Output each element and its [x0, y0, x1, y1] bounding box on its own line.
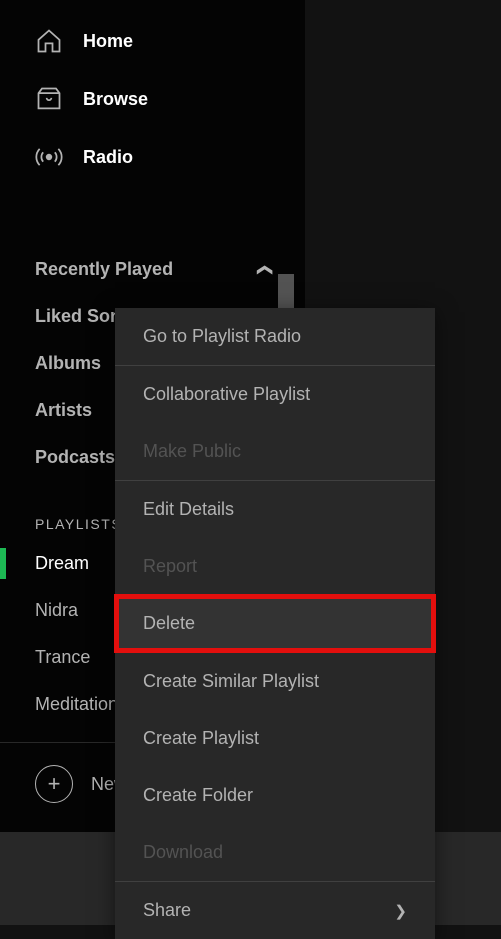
home-icon — [35, 27, 63, 55]
artists-label: Artists — [35, 400, 92, 421]
menu-create-similar[interactable]: Create Similar Playlist — [115, 653, 435, 710]
menu-delete[interactable]: Delete — [115, 595, 435, 652]
recently-played-label: Recently Played — [35, 259, 173, 280]
library-recently-played[interactable]: Recently Played ❯ — [35, 246, 270, 293]
albums-label: Albums — [35, 353, 101, 374]
chevron-right-icon: ❯ — [394, 902, 407, 920]
playlist-context-menu: Go to Playlist Radio Collaborative Playl… — [115, 308, 435, 939]
menu-create-folder[interactable]: Create Folder — [115, 767, 435, 824]
menu-share-label: Share — [143, 900, 191, 921]
nav-home[interactable]: Home — [0, 12, 305, 70]
nav-radio-label: Radio — [83, 147, 133, 168]
menu-create-playlist[interactable]: Create Playlist — [115, 710, 435, 767]
podcasts-label: Podcasts — [35, 447, 115, 468]
nav-home-label: Home — [83, 31, 133, 52]
menu-download: Download — [115, 824, 435, 881]
radio-icon — [35, 143, 63, 171]
menu-playlist-radio[interactable]: Go to Playlist Radio — [115, 308, 435, 365]
browse-icon — [35, 85, 63, 113]
plus-icon: + — [35, 765, 73, 803]
nav-browse[interactable]: Browse — [0, 70, 305, 128]
chevron-up-icon: ❯ — [255, 263, 273, 276]
scrollbar-thumb[interactable] — [278, 274, 294, 312]
menu-collaborative[interactable]: Collaborative Playlist — [115, 366, 435, 423]
nav-browse-label: Browse — [83, 89, 148, 110]
menu-make-public: Make Public — [115, 423, 435, 480]
menu-edit-details[interactable]: Edit Details — [115, 481, 435, 538]
menu-share[interactable]: Share ❯ — [115, 882, 435, 939]
menu-report: Report — [115, 538, 435, 595]
nav-radio[interactable]: Radio — [0, 128, 305, 186]
